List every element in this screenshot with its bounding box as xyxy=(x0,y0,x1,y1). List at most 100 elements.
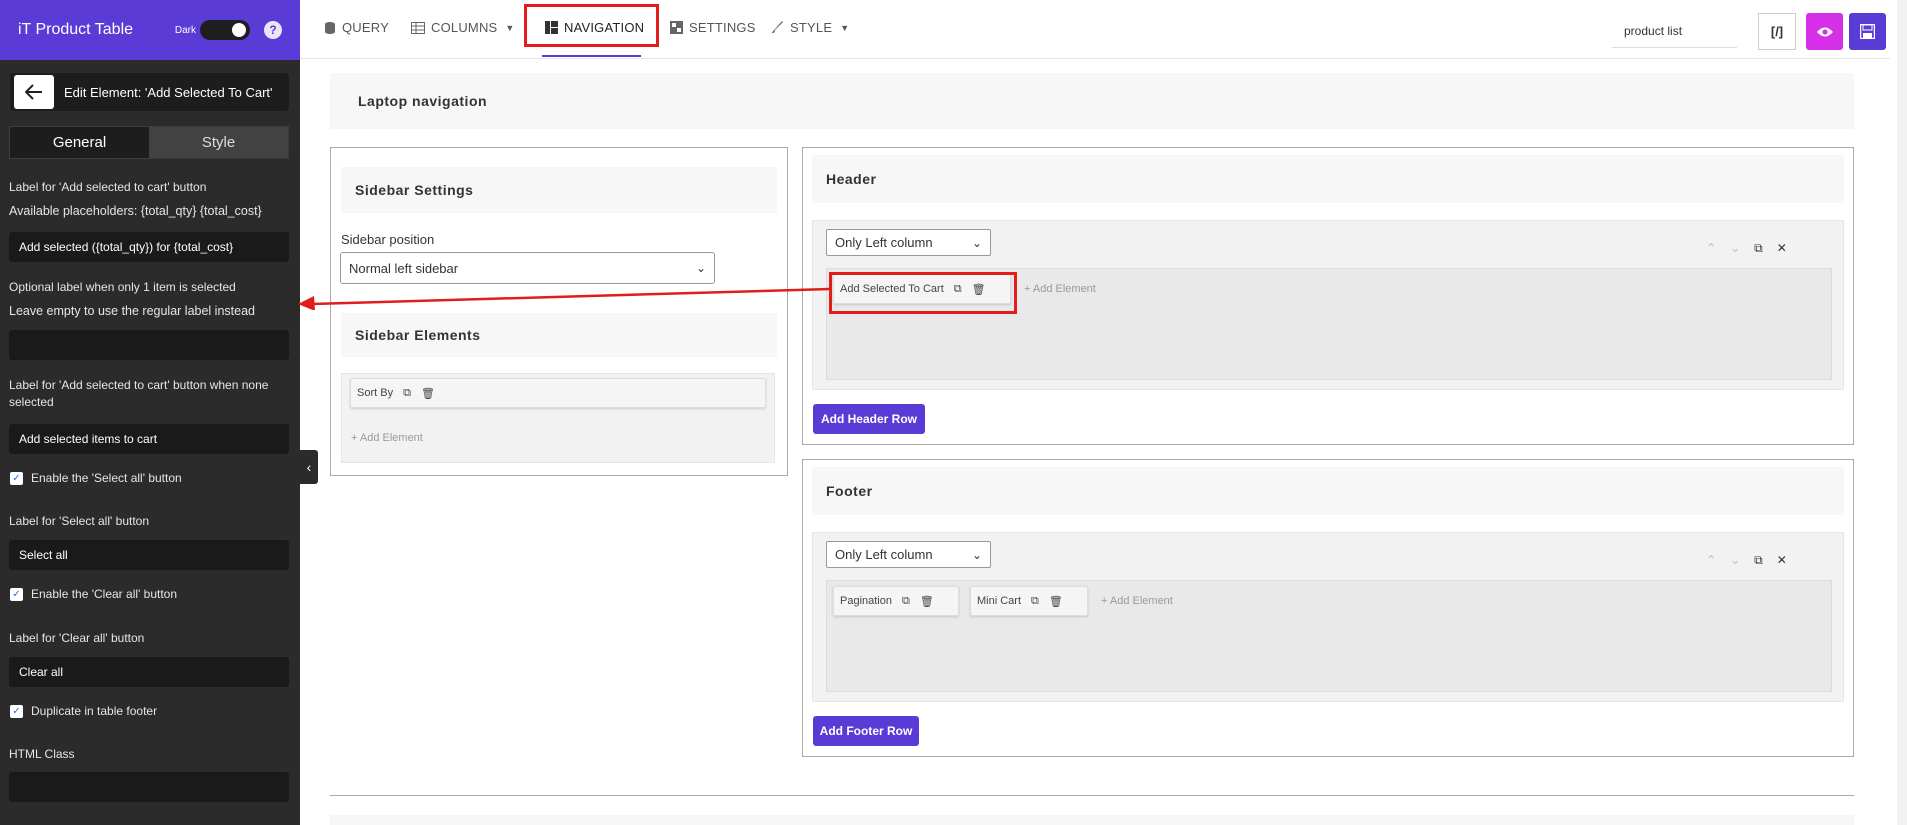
element-editor-panel: iT Product Table Dark ? Edit Element: 'A… xyxy=(0,0,300,825)
panel-header: iT Product Table Dark ? xyxy=(0,0,300,60)
editor-tabs: General Style xyxy=(9,126,289,159)
toggle-knob xyxy=(232,23,246,37)
chevron-down-icon: ⌄ xyxy=(971,547,982,562)
navigation-highlight-box xyxy=(524,4,659,47)
trash-icon[interactable]: 🗑 xyxy=(1049,595,1063,608)
duplicate-icon[interactable]: ⧉ xyxy=(1754,553,1763,568)
sidebar-settings-heading: Sidebar Settings xyxy=(341,167,777,213)
add-element-link[interactable]: + Add Element xyxy=(1101,595,1173,607)
help-icon[interactable]: ? xyxy=(264,21,282,39)
label-html-class: HTML Class xyxy=(9,747,75,761)
single-item-label-input[interactable] xyxy=(9,330,289,360)
tab-columns[interactable]: COLUMNS ▼ xyxy=(411,20,515,35)
duplicate-icon[interactable]: ⧉ xyxy=(403,387,411,400)
trash-icon[interactable]: 🗑 xyxy=(421,387,435,400)
sidebar-elements-area: Sort By ⧉ 🗑 + Add Element xyxy=(341,373,775,463)
settings-icon xyxy=(670,21,683,34)
chevron-down-icon: ⌄ xyxy=(971,235,982,250)
tab-columns-label: COLUMNS xyxy=(431,20,498,35)
edit-element-bar: Edit Element: 'Add Selected To Cart' xyxy=(10,73,289,111)
sort-by-label: Sort By xyxy=(357,387,394,399)
optional-label-text: Optional label when only 1 item is selec… xyxy=(9,280,236,294)
sort-by-chip[interactable]: Sort By ⧉ 🗑 xyxy=(350,378,766,408)
mini-cart-chip[interactable]: Mini Cart ⧉ 🗑 xyxy=(970,586,1088,616)
top-navigation: QUERY COLUMNS ▼ NAVIGATION SETTINGS STYL… xyxy=(300,0,1890,59)
footer-row: Only Left column ⌄ ⌃ ⌄ ⧉ ✕ Pagination ⧉ … xyxy=(812,532,1844,702)
tab-general[interactable]: General xyxy=(10,127,149,158)
label-none-selected: Label for 'Add selected to cart' button … xyxy=(9,378,269,410)
optional-label-hint: Leave empty to use the regular label ins… xyxy=(9,304,255,318)
active-tab-indicator xyxy=(542,55,641,57)
move-up-icon[interactable]: ⌃ xyxy=(1706,241,1716,256)
chevron-left-icon: ‹ xyxy=(306,459,312,475)
sidebar-elements-heading: Sidebar Elements xyxy=(341,313,777,357)
duplicate-icon[interactable]: ⧉ xyxy=(902,595,910,608)
footer-column-area: Pagination ⧉ 🗑 Mini Cart ⧉ 🗑 + Add Eleme… xyxy=(826,580,1832,692)
footer-heading: Footer xyxy=(812,467,1844,515)
enable-select-all-label: Enable the 'Select all' button xyxy=(31,471,182,485)
trash-icon[interactable]: 🗑 xyxy=(920,595,934,608)
mini-cart-label: Mini Cart xyxy=(977,595,1022,607)
move-down-icon[interactable]: ⌄ xyxy=(1730,553,1740,568)
bottom-divider xyxy=(330,795,1854,796)
dark-mode-label: Dark xyxy=(174,24,196,36)
app-title: iT Product Table xyxy=(18,21,134,38)
annotation-arrow-icon xyxy=(298,287,831,310)
tab-settings[interactable]: SETTINGS xyxy=(670,20,756,35)
add-header-row-button[interactable]: Add Header Row xyxy=(813,404,925,434)
header-row-controls: ⌃ ⌄ ⧉ ✕ xyxy=(1706,241,1787,256)
chevron-down-icon: ⌄ xyxy=(695,261,706,275)
edit-element-title: Edit Element: 'Add Selected To Cart' xyxy=(64,84,273,100)
footer-columns-select[interactable]: Only Left column ⌄ xyxy=(826,541,991,568)
add-element-link[interactable]: + Add Element xyxy=(1024,283,1096,295)
header-columns-select[interactable]: Only Left column ⌄ xyxy=(826,229,991,256)
move-up-icon[interactable]: ⌃ xyxy=(1706,553,1716,568)
tab-style[interactable]: STYLE ▼ xyxy=(771,20,849,35)
duplicate-footer-checkbox[interactable]: ✓ Duplicate in table footer xyxy=(10,704,157,718)
caret-down-icon: ▼ xyxy=(840,22,850,33)
close-icon[interactable]: ✕ xyxy=(1777,553,1787,568)
select-all-label-input[interactable]: Select all xyxy=(9,540,289,570)
pagination-chip[interactable]: Pagination ⧉ 🗑 xyxy=(833,586,959,616)
checkmark-icon: ✓ xyxy=(10,704,23,718)
dark-mode-toggle[interactable] xyxy=(200,20,250,40)
floppy-disk-icon xyxy=(1860,24,1875,39)
code-button[interactable]: [/] xyxy=(1758,13,1796,50)
caret-down-icon: ▼ xyxy=(505,22,515,33)
selected-element-highlight-box xyxy=(829,272,1017,314)
back-arrow-button[interactable] xyxy=(14,75,54,109)
tab-query[interactable]: QUERY xyxy=(324,20,389,35)
header-columns-value: Only Left column xyxy=(835,235,933,250)
placeholders-hint: Available placeholders: {total_qty} {tot… xyxy=(9,204,262,218)
add-selected-label-input[interactable]: Add selected ({total_qty}) for {total_co… xyxy=(9,232,289,262)
footer-columns-value: Only Left column xyxy=(835,547,933,562)
enable-select-all-checkbox[interactable]: ✓ Enable the 'Select all' button xyxy=(10,471,182,485)
save-button[interactable] xyxy=(1849,13,1886,50)
duplicate-footer-label: Duplicate in table footer xyxy=(31,704,158,718)
tab-settings-label: SETTINGS xyxy=(689,20,756,35)
checkmark-icon: ✓ xyxy=(10,587,23,601)
page-scrollbar[interactable] xyxy=(1897,0,1907,825)
label-add-selected: Label for 'Add selected to cart' button xyxy=(9,180,207,194)
html-class-input[interactable] xyxy=(9,772,289,802)
collapse-panel-button[interactable]: ‹ xyxy=(300,450,318,484)
add-footer-row-button[interactable]: Add Footer Row xyxy=(813,716,919,746)
none-selected-label-input[interactable]: Add selected items to cart xyxy=(9,424,289,454)
duplicate-icon[interactable]: ⧉ xyxy=(1031,595,1039,608)
tab-query-label: QUERY xyxy=(342,20,389,35)
move-down-icon[interactable]: ⌄ xyxy=(1730,241,1740,256)
table-icon xyxy=(411,21,425,34)
header-heading: Header xyxy=(812,155,1844,203)
pagination-label: Pagination xyxy=(840,595,892,607)
duplicate-icon[interactable]: ⧉ xyxy=(1754,241,1763,256)
search-input[interactable]: product list xyxy=(1612,14,1737,48)
tab-style[interactable]: Style xyxy=(149,127,288,158)
bottom-section-band xyxy=(330,815,1854,825)
enable-clear-all-checkbox[interactable]: ✓ Enable the 'Clear all' button xyxy=(10,587,177,601)
footer-row-controls: ⌃ ⌄ ⧉ ✕ xyxy=(1706,553,1787,568)
checkmark-icon: ✓ xyxy=(10,471,23,485)
close-icon[interactable]: ✕ xyxy=(1777,241,1787,256)
clear-all-label-input[interactable]: Clear all xyxy=(9,657,289,687)
preview-button[interactable] xyxy=(1806,13,1843,50)
add-element-link[interactable]: + Add Element xyxy=(351,432,423,444)
